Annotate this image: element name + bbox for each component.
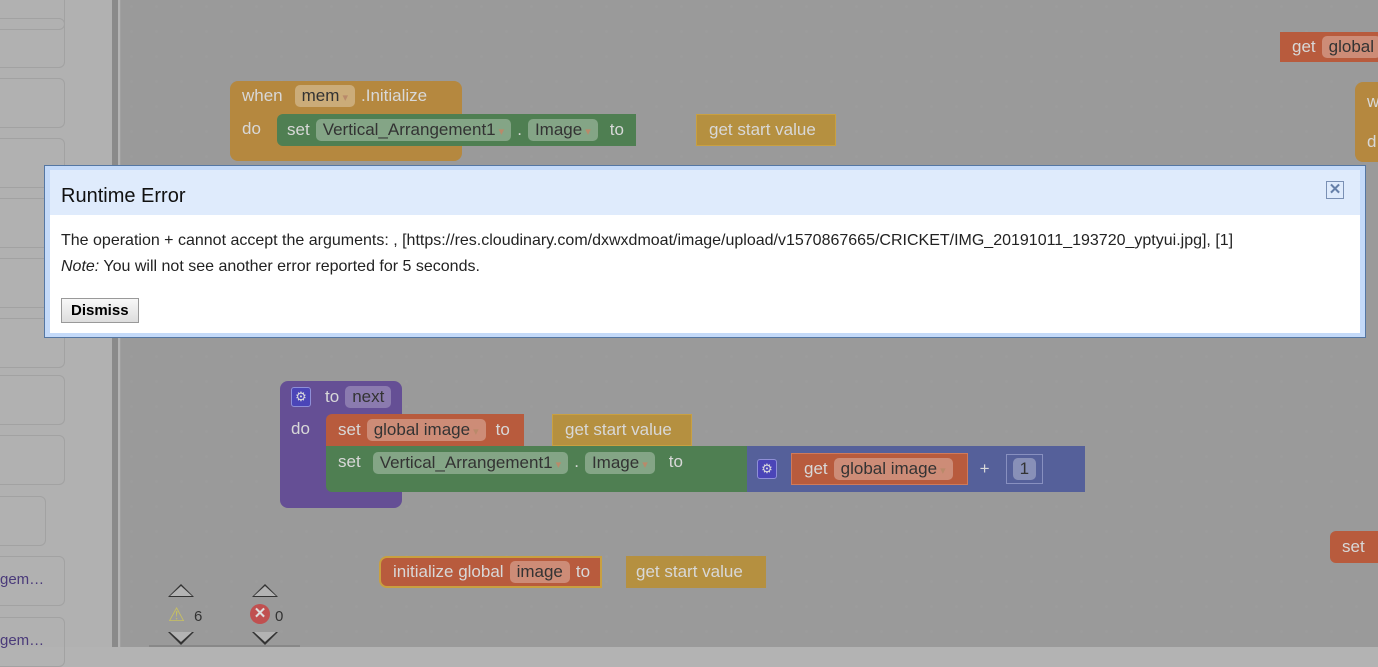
- sidebar-item[interactable]: [0, 375, 65, 425]
- component-dropdown[interactable]: Vertical_Arrangement1: [372, 452, 569, 474]
- property-dropdown[interactable]: Image: [584, 452, 655, 474]
- dot-label: .: [517, 120, 522, 139]
- set-label: set: [338, 452, 361, 471]
- error-note: Note: You will not see another error rep…: [61, 254, 1349, 280]
- property-dropdown[interactable]: Image: [527, 119, 598, 141]
- get-start-value-label: get start value: [565, 420, 672, 439]
- plus-operator: +: [979, 459, 990, 478]
- component-dropdown[interactable]: mem: [294, 85, 355, 107]
- sidebar-item[interactable]: [0, 435, 65, 485]
- to-label: to: [668, 452, 683, 471]
- procedure-header: ⚙ to next: [291, 386, 397, 408]
- get-start-value-label: get start value: [636, 562, 743, 581]
- set-property-block[interactable]: set Vertical_Arrangement1 . Image to: [326, 446, 748, 492]
- get-start-value-block[interactable]: get start value: [552, 414, 692, 446]
- variable-dropdown[interactable]: global image: [366, 419, 486, 441]
- set-global-block[interactable]: set: [1330, 531, 1378, 563]
- get-variable-block[interactable]: get global image: [791, 453, 968, 485]
- error-message: The operation + cannot accept the argume…: [61, 232, 1234, 249]
- gear-icon[interactable]: ⚙: [757, 459, 777, 479]
- procedure-name-field[interactable]: next: [345, 386, 392, 408]
- event-label: .Initialize: [361, 86, 428, 105]
- get-label: get: [1292, 37, 1316, 56]
- do-label: d: [1367, 132, 1377, 151]
- sidebar-item-label[interactable]: gem…: [0, 571, 44, 588]
- close-icon[interactable]: ✕: [1326, 181, 1344, 199]
- get-variable-block[interactable]: get global: [1280, 32, 1378, 62]
- component-dropdown[interactable]: Vertical_Arrangement1: [315, 119, 512, 141]
- get-start-value-block[interactable]: get start value: [626, 556, 766, 588]
- variable-dropdown[interactable]: global: [1321, 36, 1378, 58]
- sidebar-item[interactable]: [0, 78, 65, 128]
- sidebar-item[interactable]: [0, 18, 65, 68]
- event-block[interactable]: w d: [1355, 82, 1378, 162]
- dismiss-button[interactable]: Dismiss: [61, 298, 139, 323]
- get-start-value-label: get start value: [709, 120, 816, 139]
- math-add-block[interactable]: ⚙ get global image + 1: [747, 446, 1085, 492]
- warning-count: 6: [194, 608, 203, 625]
- to-label: to: [575, 562, 591, 581]
- dialog-title: Runtime Error: [61, 185, 186, 207]
- initialize-global-label: initialize global: [393, 562, 504, 581]
- gear-icon[interactable]: ⚙: [291, 387, 311, 407]
- dot-label: .: [574, 452, 579, 471]
- next-error-arrow-icon[interactable]: [252, 632, 278, 645]
- set-property-block[interactable]: set Vertical_Arrangement1 . Image to: [277, 114, 636, 146]
- event-header: when mem .Initialize: [242, 85, 427, 107]
- next-warning-arrow-icon[interactable]: [168, 632, 194, 645]
- error-count: 0: [275, 608, 284, 625]
- dialog-header: Runtime Error ✕: [50, 170, 1360, 215]
- set-global-block[interactable]: set global image to: [326, 414, 524, 446]
- warning-icon: ⚠: [168, 605, 186, 626]
- to-label: to: [495, 420, 510, 439]
- dialog-body: The operation + cannot accept the argume…: [50, 215, 1360, 333]
- previous-warning-arrow-icon[interactable]: [168, 584, 194, 597]
- get-start-value-block[interactable]: get start value: [696, 114, 836, 146]
- sidebar-item[interactable]: [0, 496, 46, 546]
- sidebar-item-label[interactable]: gem…: [0, 632, 44, 649]
- set-label: set: [338, 420, 361, 439]
- to-label: to: [325, 387, 340, 406]
- to-label: to: [609, 120, 624, 139]
- runtime-error-dialog: Runtime Error ✕ The operation + cannot a…: [44, 165, 1366, 338]
- do-label: do: [242, 119, 261, 138]
- when-label: when: [242, 86, 283, 105]
- number-block[interactable]: 1: [1005, 454, 1044, 484]
- get-label: get: [804, 459, 828, 478]
- set-label: set: [287, 120, 310, 139]
- previous-error-arrow-icon[interactable]: [252, 584, 278, 597]
- do-label: do: [291, 419, 310, 438]
- error-icon: ✕: [250, 604, 270, 624]
- note-label: Note:: [61, 258, 100, 275]
- variable-name-field[interactable]: image: [509, 561, 570, 583]
- initialize-global-block[interactable]: initialize global image to: [379, 556, 603, 588]
- number-field[interactable]: 1: [1012, 458, 1037, 480]
- set-label: set: [1342, 537, 1365, 556]
- note-text: You will not see another error reported …: [99, 258, 480, 275]
- when-label: w: [1367, 92, 1378, 111]
- variable-dropdown[interactable]: global image: [833, 458, 953, 480]
